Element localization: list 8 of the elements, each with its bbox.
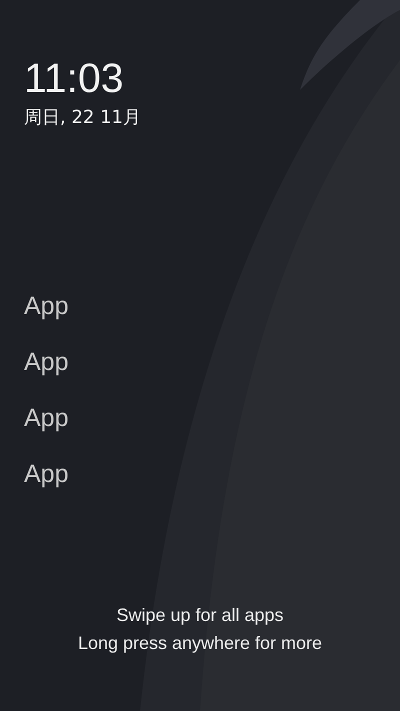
app-label[interactable]: App — [24, 458, 68, 490]
app-label[interactable]: App — [24, 290, 68, 322]
hint-text: Long press anywhere for more — [78, 632, 322, 655]
app-label[interactable]: App — [24, 402, 68, 434]
app-label[interactable]: App — [24, 346, 68, 378]
hint-text: Swipe up for all apps — [116, 604, 284, 627]
clock-date: 周日, 22 11月 — [24, 106, 141, 130]
clock-time: 11:03 — [24, 54, 124, 102]
